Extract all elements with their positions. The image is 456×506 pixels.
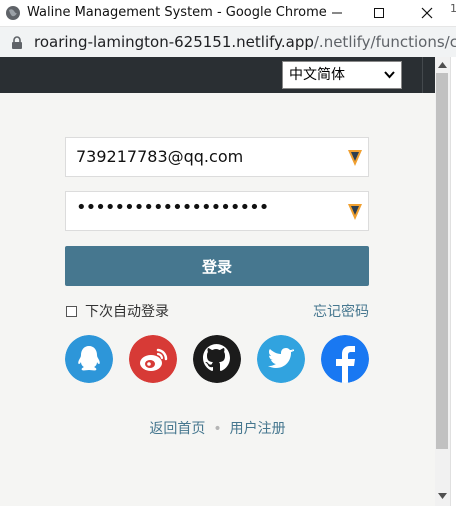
site-globe-icon	[5, 5, 21, 21]
facebook-login-button[interactable]	[321, 335, 369, 383]
url-text[interactable]: roaring-lamington-625151.netlify.app/.ne…	[34, 33, 456, 51]
address-bar[interactable]: roaring-lamington-625151.netlify.app/.ne…	[0, 26, 456, 58]
chevron-down-icon	[384, 71, 395, 79]
email-value: 739217783@qq.com	[76, 147, 244, 166]
facebook-icon	[321, 335, 369, 383]
forgot-password-link[interactable]: 忘记密码	[313, 301, 369, 321]
login-page: 739217783@qq.com •••••••••••••••••••• 登录…	[0, 93, 435, 506]
register-link[interactable]: 用户注册	[230, 421, 286, 437]
remember-me[interactable]: 下次自动登录	[66, 301, 169, 321]
remember-label[interactable]: 下次自动登录	[85, 301, 169, 321]
twitter-login-button[interactable]	[257, 335, 305, 383]
weibo-login-button[interactable]	[129, 335, 177, 383]
password-manager-icon[interactable]	[348, 150, 362, 166]
social-login-row	[65, 335, 369, 383]
window-title: Waline Management System - Google Chrome	[27, 5, 327, 20]
login-button-label: 登录	[201, 257, 232, 276]
qq-icon	[65, 335, 113, 383]
url-path: /.netlify/functions/c...	[313, 33, 456, 51]
footer-separator: •	[213, 421, 222, 437]
browser-titlebar: Waline Management System - Google Chrome…	[0, 0, 456, 26]
scrollbar-thumb[interactable]	[436, 73, 448, 449]
github-icon	[193, 335, 241, 383]
footer-links: 返回首页 • 用户注册	[0, 418, 435, 438]
password-field[interactable]: ••••••••••••••••••••	[65, 191, 369, 231]
weibo-icon	[129, 335, 177, 383]
scroll-down-arrow-icon[interactable]	[438, 493, 447, 499]
header-divider	[422, 57, 423, 93]
site-header: 中文简体	[0, 57, 435, 93]
maximize-button[interactable]	[356, 0, 402, 26]
window-edge-text: 1	[450, 2, 456, 15]
close-button[interactable]	[404, 0, 450, 26]
back-home-link[interactable]: 返回首页	[149, 421, 205, 437]
minimize-icon	[332, 12, 342, 14]
maximize-icon	[374, 8, 384, 18]
minimize-button[interactable]	[314, 0, 360, 26]
vertical-scrollbar[interactable]	[435, 57, 456, 506]
password-value: ••••••••••••••••••••	[76, 197, 269, 218]
background-window-edge	[450, 57, 456, 506]
language-select-value: 中文简体	[289, 67, 345, 83]
language-select[interactable]: 中文简体	[282, 61, 402, 89]
close-icon	[421, 7, 433, 19]
remember-checkbox[interactable]	[66, 305, 77, 317]
twitter-icon	[257, 335, 305, 383]
lock-icon[interactable]	[10, 35, 24, 49]
url-host: roaring-lamington-625151.netlify.app	[34, 33, 314, 51]
github-login-button[interactable]	[193, 335, 241, 383]
login-button[interactable]: 登录	[65, 246, 369, 286]
email-field[interactable]: 739217783@qq.com	[65, 137, 369, 177]
password-manager-icon[interactable]	[348, 204, 362, 220]
scroll-up-arrow-icon[interactable]	[438, 62, 447, 68]
qq-login-button[interactable]	[65, 335, 113, 383]
